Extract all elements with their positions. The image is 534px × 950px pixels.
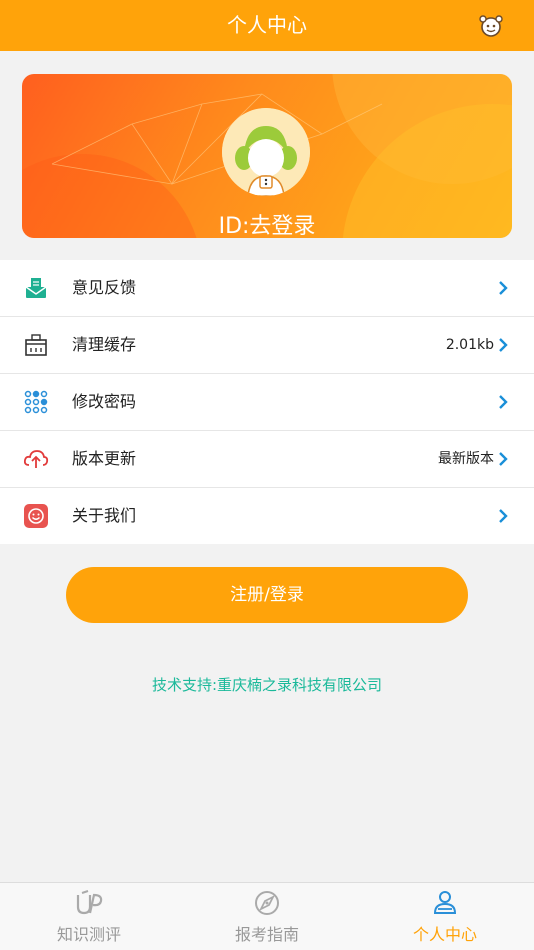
menu-item-label: 清理缓存 <box>72 335 137 354</box>
top-bar: 个人中心 <box>0 0 534 51</box>
menu-item-change-password[interactable]: 修改密码 <box>0 374 534 431</box>
compass-icon <box>255 891 279 915</box>
tab-label: 个人中心 <box>412 925 477 944</box>
cache-icon <box>25 334 47 356</box>
chevron-right-icon <box>499 509 508 523</box>
chevron-right-icon <box>499 281 508 295</box>
login-id-text[interactable]: ID:去登录 <box>22 208 512 238</box>
version-status-value: 最新版本 <box>438 451 494 467</box>
tab-label: 报考指南 <box>234 925 299 944</box>
menu-item-feedback[interactable]: 意见反馈 <box>0 260 534 317</box>
settings-menu: 意见反馈 清理缓存 2.01kb 修改密码 版本更新 最新版本 关于我们 <box>0 260 534 544</box>
menu-item-label: 修改密码 <box>72 392 137 411</box>
tech-support-text: 技术支持:重庆楠之录科技有限公司 <box>151 676 383 694</box>
knowledge-test-icon <box>76 890 103 915</box>
tab-application-guide[interactable]: 报考指南 <box>178 883 356 950</box>
menu-item-about-us[interactable]: 关于我们 <box>0 488 534 544</box>
mascot-icon[interactable] <box>478 13 504 39</box>
cloud-upload-icon <box>23 450 49 468</box>
password-icon <box>24 390 48 414</box>
feedback-icon <box>25 278 47 298</box>
chevron-right-icon <box>499 338 508 352</box>
menu-item-clear-cache[interactable]: 清理缓存 2.01kb <box>0 317 534 374</box>
menu-item-label: 关于我们 <box>72 506 137 525</box>
profile-banner[interactable]: ID:去登录 <box>22 74 512 238</box>
tab-personal-center[interactable]: 个人中心 <box>356 883 534 950</box>
menu-item-label: 版本更新 <box>72 449 137 468</box>
about-icon <box>24 504 48 528</box>
register-login-button[interactable]: 注册/登录 <box>66 567 468 623</box>
chevron-right-icon <box>499 395 508 409</box>
page-title: 个人中心 <box>227 13 307 37</box>
chevron-right-icon <box>499 452 508 466</box>
tab-label: 知识测评 <box>56 925 121 944</box>
menu-item-version-update[interactable]: 版本更新 最新版本 <box>0 431 534 488</box>
cache-size-value: 2.01kb <box>445 337 494 353</box>
menu-item-label: 意见反馈 <box>72 278 137 297</box>
user-icon <box>433 891 457 914</box>
bottom-tab-bar: 知识测评 报考指南 个人中心 <box>0 882 534 950</box>
avatar-girl-icon <box>222 108 310 196</box>
tab-knowledge-test[interactable]: 知识测评 <box>0 883 178 950</box>
avatar[interactable] <box>222 108 310 196</box>
